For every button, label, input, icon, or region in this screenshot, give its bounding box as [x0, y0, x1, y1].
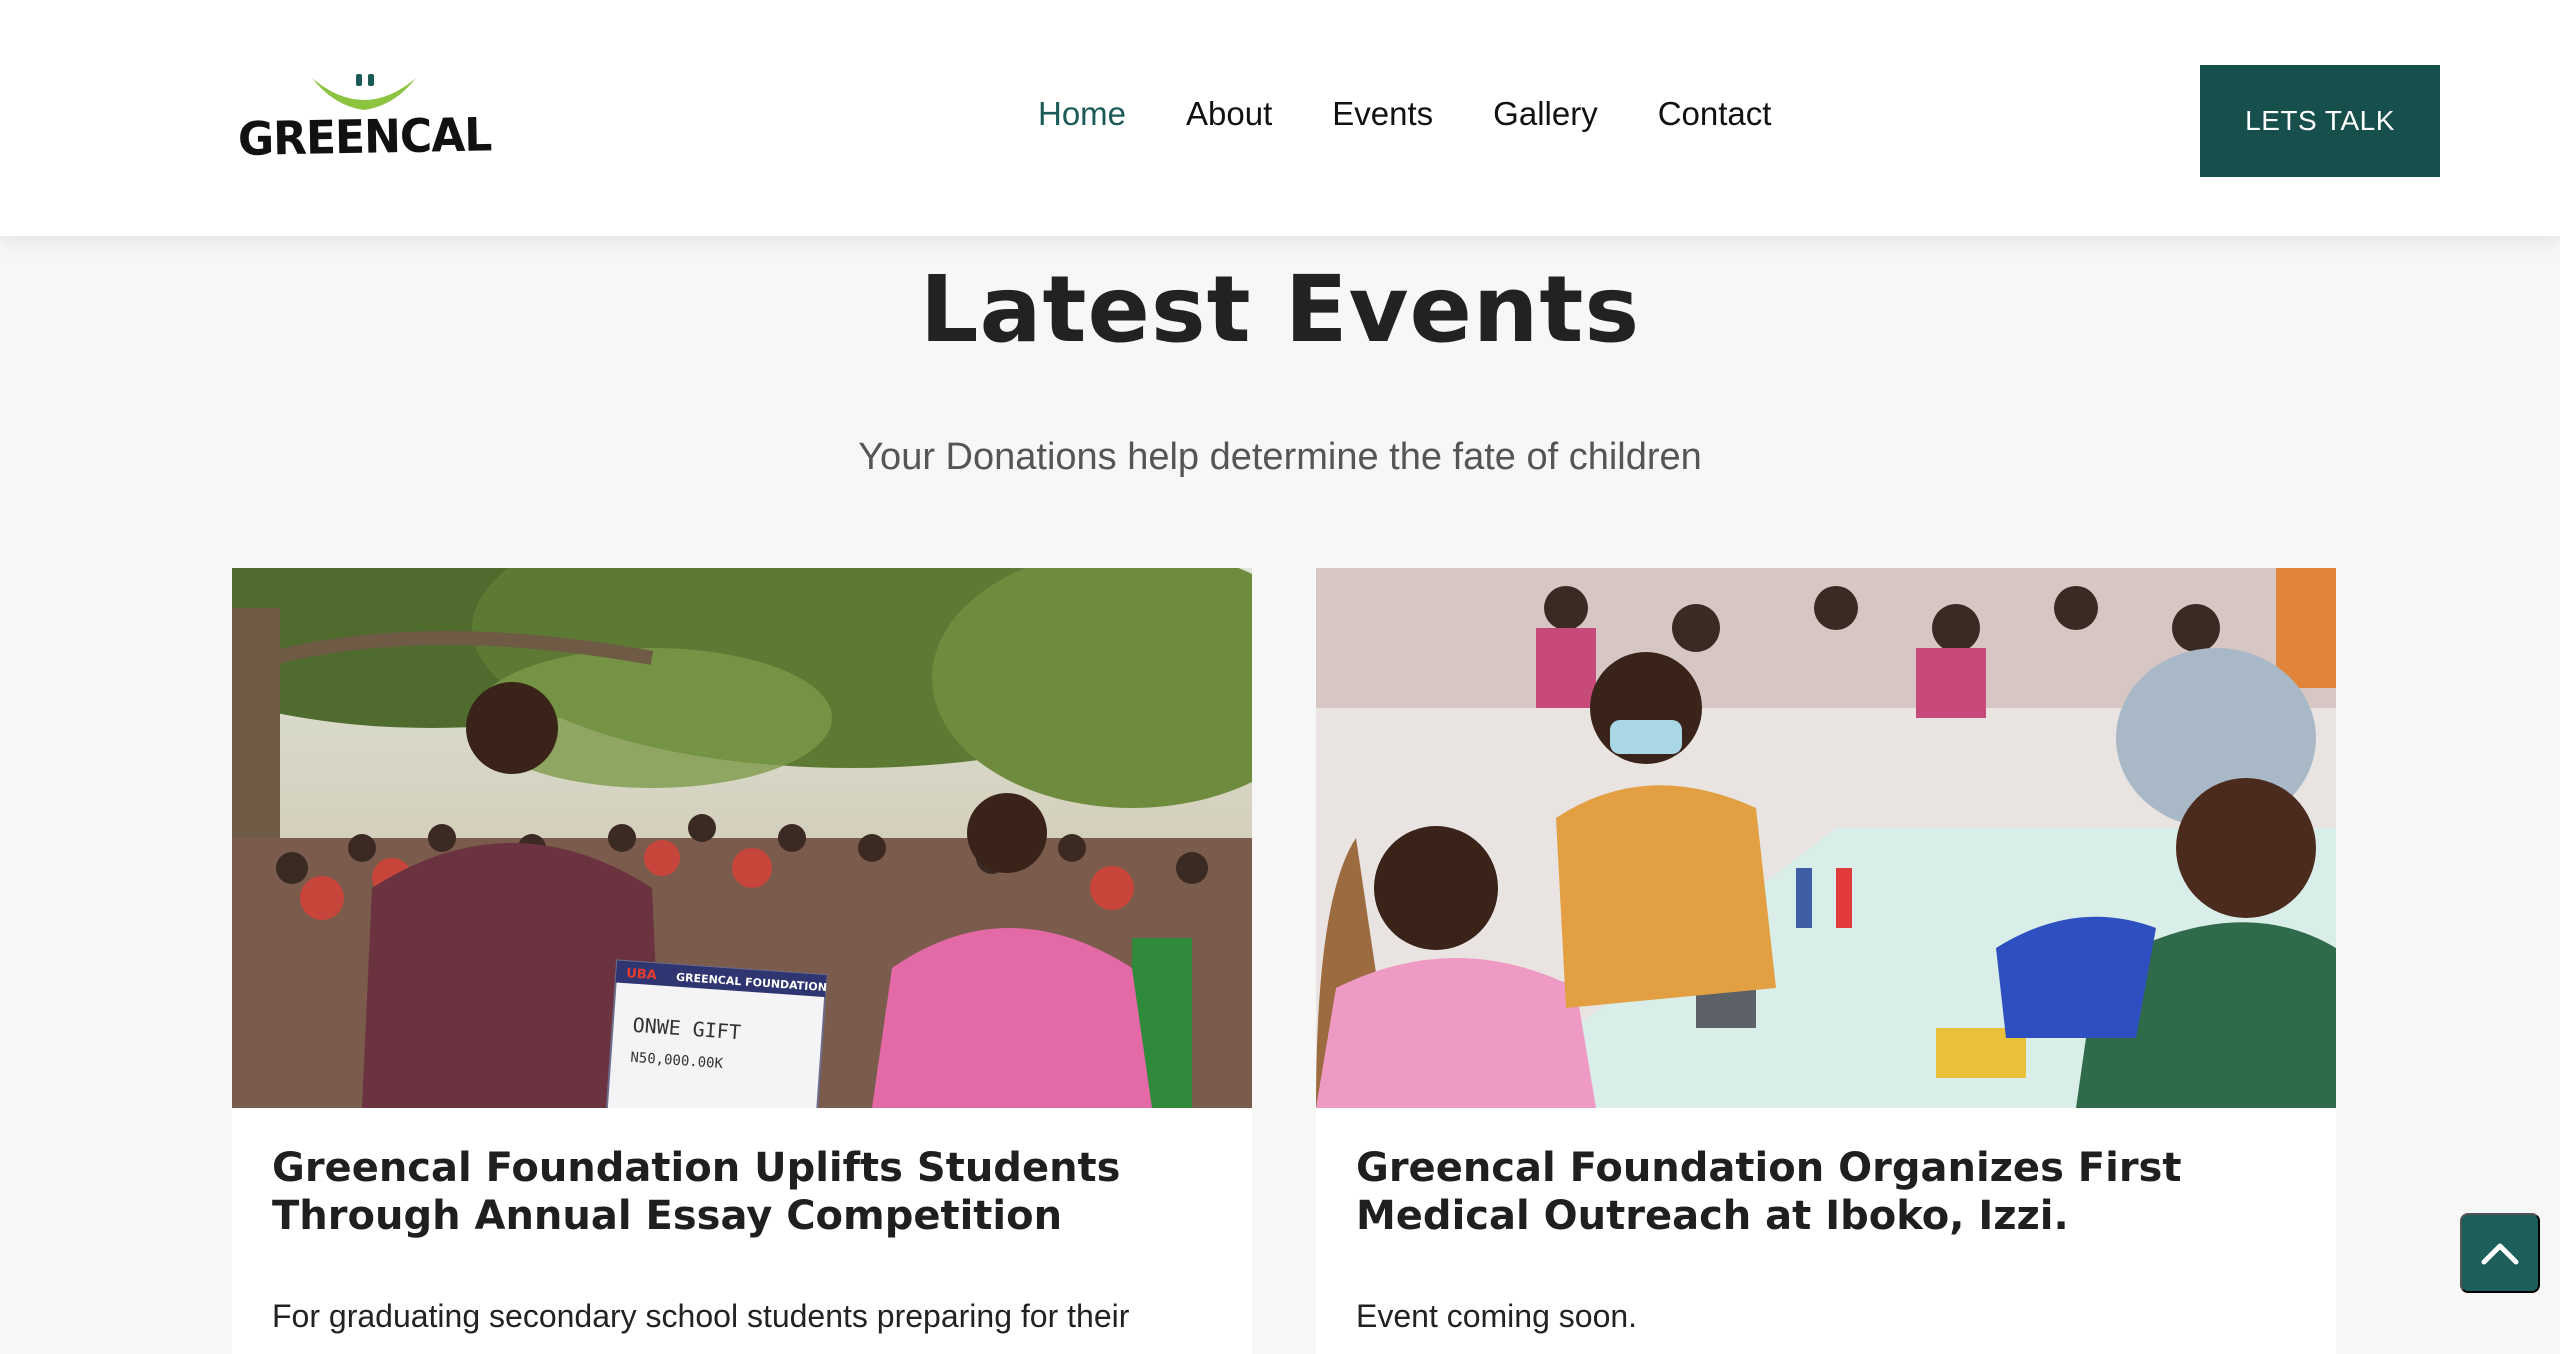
svg-text:UBA: UBA: [626, 966, 658, 983]
nav-events[interactable]: Events: [1332, 92, 1433, 136]
event-excerpt: Event coming soon.: [1356, 1298, 1638, 1334]
main-nav: Home About Events Gallery Contact: [1038, 92, 1831, 136]
chevron-up-icon: [2481, 1243, 2519, 1265]
event-photo-medical-outreach[interactable]: [1316, 568, 2336, 1108]
nav-gallery[interactable]: Gallery: [1493, 92, 1598, 136]
scroll-to-top-button[interactable]: [2460, 1213, 2540, 1293]
event-photo-students[interactable]: UBA GREENCAL FOUNDATION ONWE GIFT N50,00…: [232, 568, 1252, 1108]
logo-text: GREENCAL: [237, 108, 492, 167]
nav-about[interactable]: About: [1186, 92, 1272, 136]
event-excerpt: For graduating secondary school students…: [272, 1298, 1130, 1334]
event-title[interactable]: Greencal Foundation Uplifts Students Thr…: [272, 1144, 1212, 1240]
lets-talk-button[interactable]: LETS TALK: [2200, 65, 2440, 177]
event-card[interactable]: Greencal Foundation Organizes First Medi…: [1316, 568, 2336, 1354]
event-title[interactable]: Greencal Foundation Organizes First Medi…: [1356, 1144, 2296, 1240]
section-subtitle: Your Donations help determine the fate o…: [858, 436, 1702, 478]
nav-contact[interactable]: Contact: [1658, 92, 1772, 136]
event-card[interactable]: UBA GREENCAL FOUNDATION ONWE GIFT N50,00…: [232, 568, 1252, 1354]
nav-home[interactable]: Home: [1038, 92, 1126, 136]
greencal-logo[interactable]: GREENCAL: [238, 72, 492, 172]
site-header: GREENCAL Home About Events Gallery Conta…: [0, 0, 2560, 236]
section-title: Latest Events: [919, 256, 1641, 363]
